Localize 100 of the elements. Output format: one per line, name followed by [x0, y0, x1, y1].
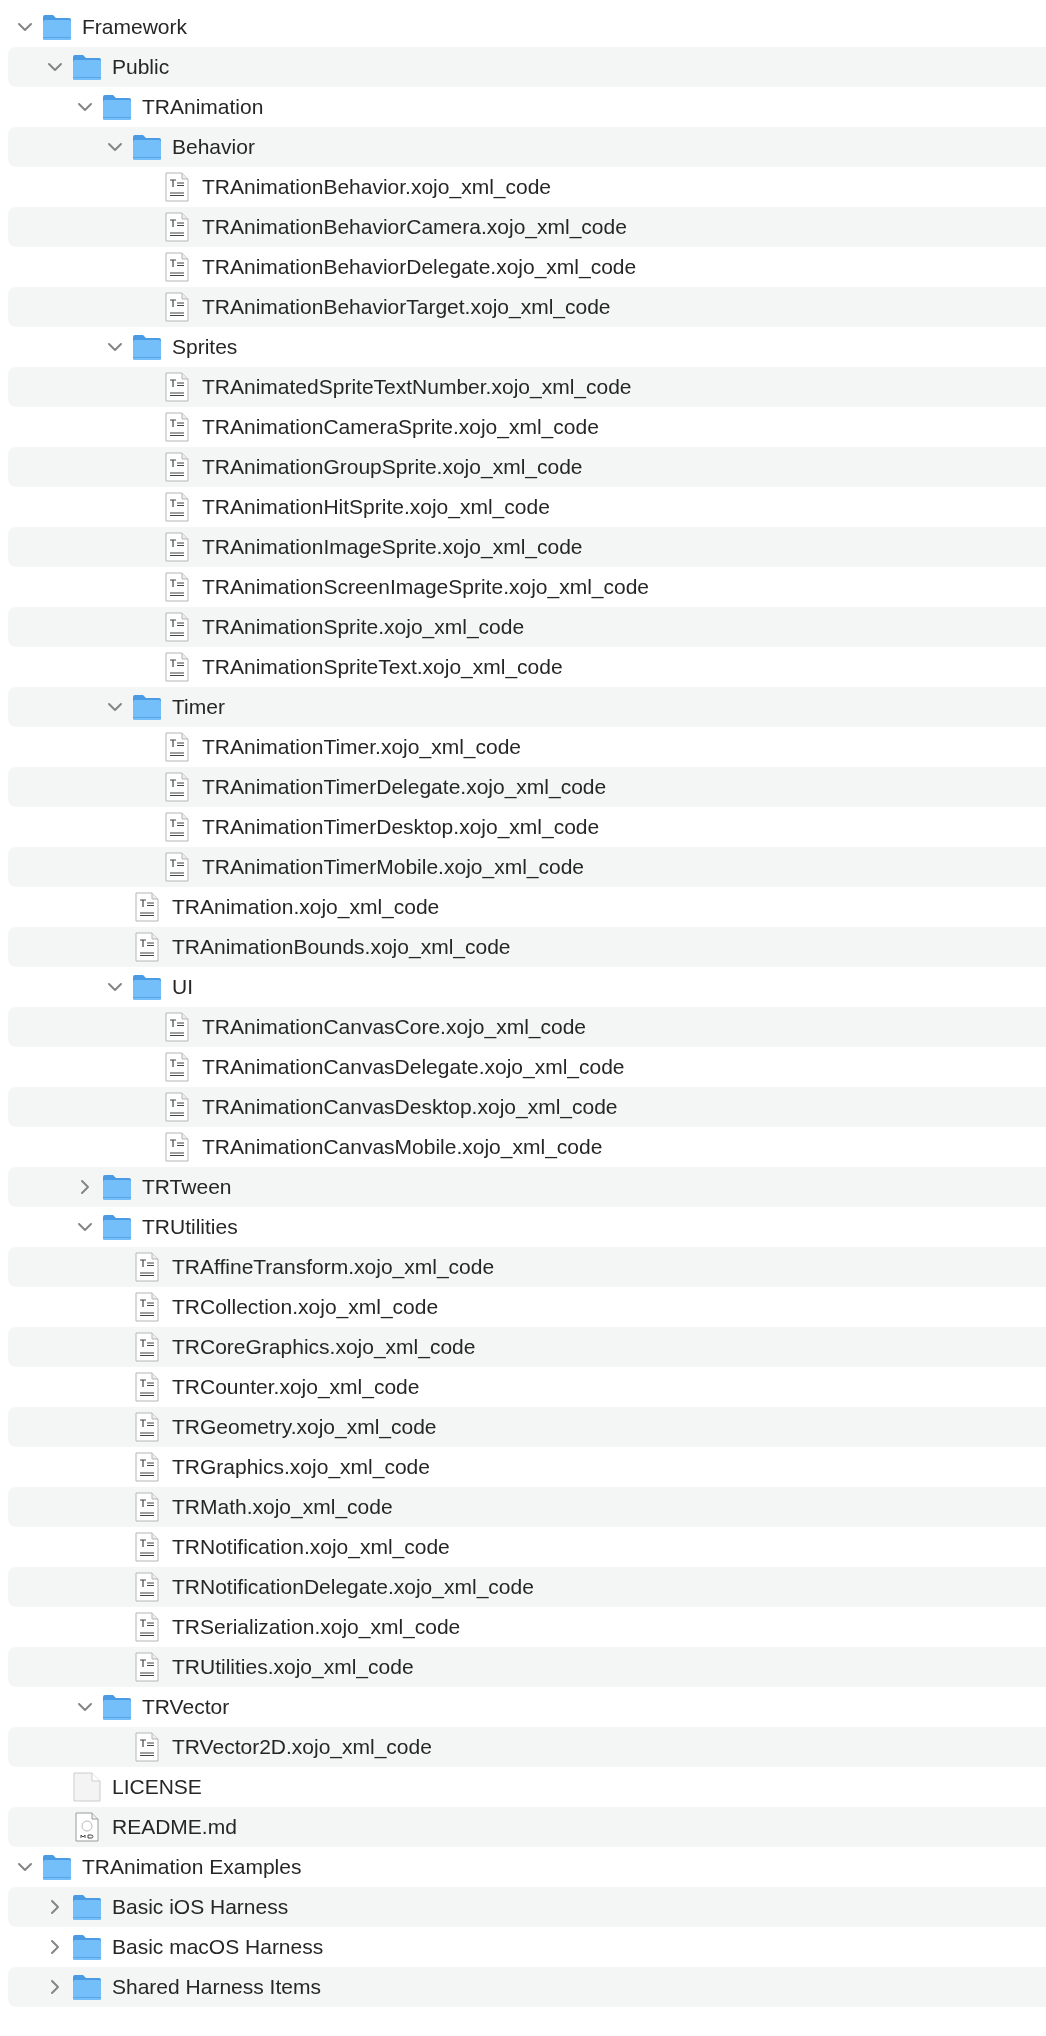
folder-row[interactable]: Framework: [8, 7, 1046, 47]
file-row[interactable]: TRAnimationScreenImageSprite.xojo_xml_code: [8, 567, 1046, 607]
file-row[interactable]: TRUtilities.xojo_xml_code: [8, 1647, 1046, 1687]
text-document-icon: [165, 452, 189, 482]
text-document-icon: [165, 252, 189, 282]
file-row[interactable]: TRAnimatedSpriteTextNumber.xojo_xml_code: [8, 367, 1046, 407]
text-document-icon: [165, 1052, 189, 1082]
file-row[interactable]: TRAnimationSprite.xojo_xml_code: [8, 607, 1046, 647]
file-row[interactable]: TRAnimationCanvasCore.xojo_xml_code: [8, 1007, 1046, 1047]
text-document-icon: [135, 1612, 159, 1642]
text-document-icon: [165, 532, 189, 562]
folder-icon: [42, 1853, 72, 1881]
file-row[interactable]: TRAnimationBehaviorCamera.xojo_xml_code: [8, 207, 1046, 247]
folder-row[interactable]: UI: [8, 967, 1046, 1007]
folder-icon: [132, 973, 162, 1001]
folder-row[interactable]: TRUtilities: [8, 1207, 1046, 1247]
folder-row[interactable]: Sprites: [8, 327, 1046, 367]
markdown-document-icon: [75, 1812, 99, 1842]
text-document-icon: [135, 892, 159, 922]
file-row[interactable]: TRAnimation.xojo_xml_code: [8, 887, 1046, 927]
file-row[interactable]: TRMath.xojo_xml_code: [8, 1487, 1046, 1527]
file-row[interactable]: TRAnimationHitSprite.xojo_xml_code: [8, 487, 1046, 527]
folder-icon: [72, 1973, 102, 2001]
text-document-icon: [135, 1652, 159, 1682]
text-document-icon: [165, 572, 189, 602]
text-document-icon: [165, 292, 189, 322]
text-document-icon: [135, 1252, 159, 1282]
file-row[interactable]: TRAnimationCanvasDesktop.xojo_xml_code: [8, 1087, 1046, 1127]
file-row[interactable]: TRAnimationBehavior.xojo_xml_code: [8, 167, 1046, 207]
file-row[interactable]: TRAnimationCanvasMobile.xojo_xml_code: [8, 1127, 1046, 1167]
text-document-icon: [135, 1532, 159, 1562]
text-document-icon: [135, 1732, 159, 1762]
file-row[interactable]: TRGraphics.xojo_xml_code: [8, 1447, 1046, 1487]
folder-icon: [102, 1693, 132, 1721]
folder-icon: [42, 13, 72, 41]
folder-row[interactable]: Timer: [8, 687, 1046, 727]
file-row[interactable]: TRCounter.xojo_xml_code: [8, 1367, 1046, 1407]
text-document-icon: [165, 372, 189, 402]
file-row[interactable]: TRSerialization.xojo_xml_code: [8, 1607, 1046, 1647]
file-row[interactable]: TRCollection.xojo_xml_code: [8, 1287, 1046, 1327]
text-document-icon: [165, 412, 189, 442]
folder-row[interactable]: TRAnimation Examples: [8, 1847, 1046, 1887]
folder-row[interactable]: Basic iOS Harness: [8, 1887, 1046, 1927]
folder-icon: [132, 333, 162, 361]
file-row[interactable]: TRCoreGraphics.xojo_xml_code: [8, 1327, 1046, 1367]
folder-icon: [102, 1173, 132, 1201]
folder-row[interactable]: Basic macOS Harness: [8, 1927, 1046, 1967]
text-document-icon: [135, 1572, 159, 1602]
text-document-icon: [135, 932, 159, 962]
folder-row[interactable]: Shared Harness Items: [8, 1967, 1046, 2007]
folder-icon: [102, 1213, 132, 1241]
text-document-icon: [165, 492, 189, 522]
text-document-icon: [165, 852, 189, 882]
folder-icon: [132, 133, 162, 161]
blank-document-icon: [73, 1772, 101, 1802]
file-row[interactable]: README.md: [8, 1807, 1046, 1847]
folder-row[interactable]: TRTween: [8, 1167, 1046, 1207]
file-row[interactable]: TRAnimationCanvasDelegate.xojo_xml_code: [8, 1047, 1046, 1087]
folder-row[interactable]: Behavior: [8, 127, 1046, 167]
file-row[interactable]: TRAnimationTimerMobile.xojo_xml_code: [8, 847, 1046, 887]
file-row[interactable]: TRAnimationGroupSprite.xojo_xml_code: [8, 447, 1046, 487]
file-row[interactable]: TRAnimationImageSprite.xojo_xml_code: [8, 527, 1046, 567]
folder-row[interactable]: TRAnimation: [8, 87, 1046, 127]
text-document-icon: [165, 772, 189, 802]
file-row[interactable]: TRAnimationBehaviorTarget.xojo_xml_code: [8, 287, 1046, 327]
text-document-icon: [135, 1452, 159, 1482]
text-document-icon: [165, 732, 189, 762]
file-row[interactable]: TRAffineTransform.xojo_xml_code: [8, 1247, 1046, 1287]
file-row[interactable]: TRNotificationDelegate.xojo_xml_code: [8, 1567, 1046, 1607]
file-row[interactable]: TRAnimationCameraSprite.xojo_xml_code: [8, 407, 1046, 447]
text-document-icon: [165, 1132, 189, 1162]
text-document-icon: [165, 612, 189, 642]
text-document-icon: [165, 652, 189, 682]
folder-icon: [72, 53, 102, 81]
text-document-icon: [135, 1292, 159, 1322]
folder-icon: [102, 93, 132, 121]
text-document-icon: [135, 1492, 159, 1522]
file-row[interactable]: TRAnimationTimer.xojo_xml_code: [8, 727, 1046, 767]
file-row[interactable]: TRNotification.xojo_xml_code: [8, 1527, 1046, 1567]
file-row[interactable]: TRAnimationBehaviorDelegate.xojo_xml_code: [8, 247, 1046, 287]
folder-icon: [132, 693, 162, 721]
text-document-icon: [135, 1372, 159, 1402]
folder-icon: [72, 1933, 102, 1961]
text-document-icon: [165, 1012, 189, 1042]
file-row[interactable]: TRAnimationSpriteText.xojo_xml_code: [8, 647, 1046, 687]
file-row[interactable]: TRAnimationBounds.xojo_xml_code: [8, 927, 1046, 967]
text-document-icon: [165, 172, 189, 202]
folder-row[interactable]: TRVector: [8, 1687, 1046, 1727]
folder-icon: [72, 1893, 102, 1921]
text-document-icon: [165, 1092, 189, 1122]
file-row[interactable]: LICENSE: [8, 1767, 1046, 1807]
folder-row[interactable]: Public: [8, 47, 1046, 87]
text-document-icon: [165, 812, 189, 842]
file-row[interactable]: TRAnimationTimerDesktop.xojo_xml_code: [8, 807, 1046, 847]
text-document-icon: [135, 1332, 159, 1362]
file-row[interactable]: TRVector2D.xojo_xml_code: [8, 1727, 1046, 1767]
text-document-icon: [135, 1412, 159, 1442]
file-row[interactable]: TRAnimationTimerDelegate.xojo_xml_code: [8, 767, 1046, 807]
file-row[interactable]: TRGeometry.xojo_xml_code: [8, 1407, 1046, 1447]
text-document-icon: [165, 212, 189, 242]
